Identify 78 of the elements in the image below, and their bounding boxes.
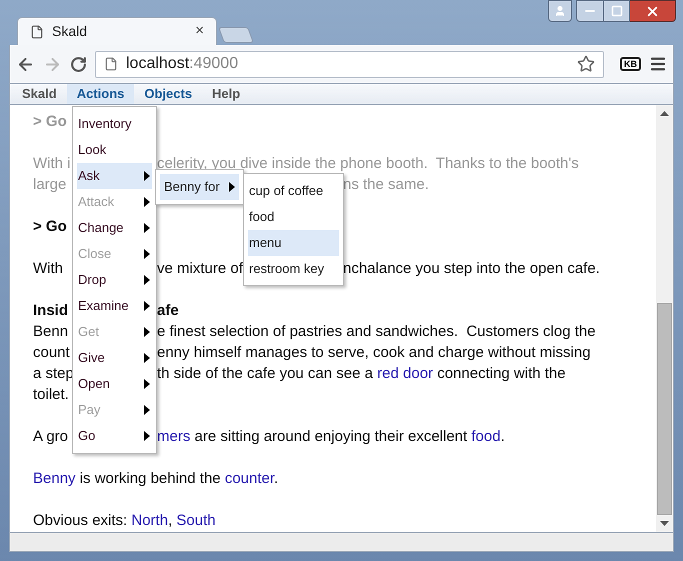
story-text: Obvious exits: North, South	[33, 511, 216, 532]
menu-item[interactable]: cup of coffee	[248, 178, 339, 204]
story-text: Benn	[33, 323, 68, 340]
scrollbar-thumb[interactable]	[657, 303, 672, 515]
story-heading: Insid	[33, 302, 68, 320]
story-text: enny himself manages to serve, cook and charge without missing	[157, 344, 591, 362]
profile-button[interactable]	[548, 0, 572, 22]
story-link[interactable]: food	[471, 428, 501, 446]
menu-item[interactable]: Go	[77, 423, 152, 449]
story-text: e finest selection of pastries and sandwiches. Customers clog the	[157, 323, 596, 340]
browser-tab[interactable]: Skald ×	[17, 17, 217, 45]
menu-item[interactable]: Look	[77, 137, 152, 163]
menu-bar-item[interactable]: Actions	[66, 84, 134, 104]
maximize-icon	[610, 5, 622, 17]
menu-item[interactable]: Drop	[77, 267, 152, 293]
tab-close-button[interactable]: ×	[195, 20, 204, 43]
scroll-up-icon	[660, 111, 669, 116]
maximize-button[interactable]	[604, 0, 630, 22]
menu-item[interactable]: food	[248, 204, 339, 230]
page-icon	[104, 57, 118, 71]
scroll-down-icon	[660, 521, 669, 526]
menu-bar-item[interactable]: Objects	[134, 84, 202, 104]
story-link[interactable]: red door	[377, 365, 434, 382]
submenu-arrow-icon	[144, 353, 150, 363]
submenu-arrow-icon	[144, 223, 150, 233]
story-text: With	[33, 260, 63, 278]
story-text: ve mixture of	[157, 260, 243, 278]
menu-item[interactable]: Open	[77, 371, 152, 397]
story-link[interactable]: counter	[224, 470, 274, 488]
story-text: count	[33, 344, 70, 362]
story-text: nchalance you step into the open cafe.	[343, 260, 600, 278]
menu-item[interactable]: menu	[248, 230, 339, 256]
menu-icon[interactable]	[649, 55, 667, 73]
story-text: th side of the cafe you can see a red door connecting with the	[157, 365, 566, 382]
submenu-arrow-icon	[144, 249, 150, 259]
menu-bar-item[interactable]: Skald	[12, 84, 67, 104]
submenu-arrow-icon	[144, 327, 150, 337]
tab-title: Skald	[52, 22, 88, 41]
story-link[interactable]: mers	[157, 428, 190, 446]
menu-item[interactable]: Change	[77, 215, 152, 241]
extension-button[interactable]: KB	[620, 57, 641, 71]
submenu-arrow-icon	[144, 197, 150, 207]
submenu-arrow-icon	[144, 171, 150, 181]
story-text: toilet.	[33, 386, 69, 404]
story-text: mers are sitting around enjoying their excellent food.	[157, 428, 505, 446]
address-text: localhost:49000	[126, 54, 240, 74]
menu-item[interactable]: Inventory	[77, 111, 152, 137]
menu-item[interactable]: restroom key	[248, 256, 339, 282]
person-icon	[554, 5, 566, 17]
address-bar[interactable]: localhost:49000	[95, 50, 604, 78]
menu-item[interactable]: Ask	[77, 163, 152, 189]
story-link[interactable]: North	[131, 512, 168, 530]
minimize-button[interactable]	[576, 0, 604, 22]
story-text: large	[33, 176, 66, 194]
story-text: A gro	[33, 428, 68, 446]
submenu-arrow-icon	[144, 301, 150, 311]
story-heading: > Go	[33, 218, 67, 236]
submenu-arrow-icon	[144, 379, 150, 389]
bookmark-star-icon[interactable]	[577, 55, 595, 73]
submenu-arrow-icon	[229, 182, 235, 192]
story-link[interactable]: South	[176, 512, 216, 530]
reload-button[interactable]	[70, 56, 87, 72]
story-text: Benny is working behind the counter.	[33, 469, 278, 490]
story-link[interactable]: Benny	[33, 470, 76, 488]
menu-item[interactable]: Benny for	[160, 174, 239, 200]
scrollbar[interactable]	[656, 105, 673, 532]
menu-item[interactable]: Examine	[77, 293, 152, 319]
story-heading: > Go	[33, 113, 67, 130]
story-text: With i	[33, 155, 70, 172]
submenu-arrow-icon	[144, 275, 150, 285]
page-icon	[30, 24, 44, 38]
submenu-arrow-icon	[144, 431, 150, 441]
menu-item[interactable]: Give	[77, 345, 152, 371]
story-text: ns the same.	[343, 176, 429, 194]
window-close-button[interactable]	[630, 0, 676, 22]
menu-bar-item[interactable]: Help	[202, 84, 250, 104]
submenu-arrow-icon	[144, 405, 150, 415]
story-heading: afe	[157, 302, 179, 320]
